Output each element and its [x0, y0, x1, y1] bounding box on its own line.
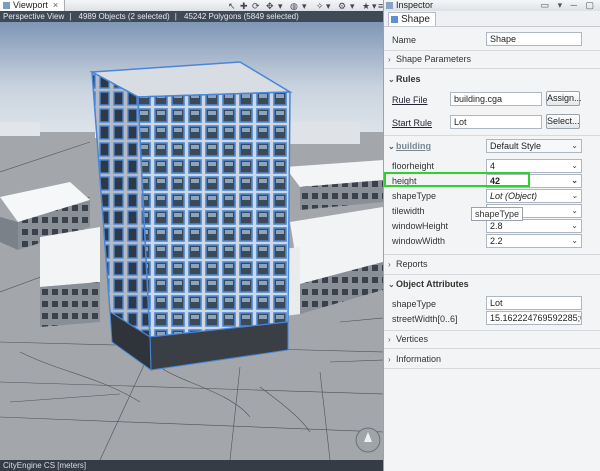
- shape-tab-bar: Shape: [384, 11, 600, 27]
- compass-icon[interactable]: [355, 427, 381, 453]
- rule-file-link[interactable]: Rule File: [392, 95, 428, 105]
- view-mode[interactable]: Perspective View: [3, 12, 64, 21]
- attr-value-field[interactable]: 2.8 ⌄: [486, 219, 582, 233]
- divider: [384, 330, 600, 331]
- shape-parameters-section[interactable]: › Shape Parameters: [388, 54, 471, 64]
- shape-parameters-label: Shape Parameters: [396, 54, 472, 64]
- highlight-box: [384, 172, 530, 187]
- inspector-window-controls[interactable]: ▭ ▾ ─ ▢: [541, 0, 597, 11]
- attr-value: 2.2: [490, 236, 503, 246]
- information-section[interactable]: › Information: [388, 354, 441, 364]
- object-attr-value[interactable]: Lot: [486, 296, 582, 310]
- attr-value: 2.8: [490, 221, 503, 231]
- name-label: Name: [392, 35, 417, 45]
- chevron-down-icon[interactable]: ⌄: [571, 235, 578, 247]
- chevron-down-icon: ⌄: [571, 141, 578, 150]
- chevron-right-icon: ›: [388, 335, 391, 344]
- inspector-icon: [386, 2, 393, 9]
- viewport-tab[interactable]: Viewport ×: [0, 0, 66, 11]
- building-group-label: building: [396, 141, 431, 151]
- 3d-scene[interactable]: [0, 22, 383, 460]
- divider: [384, 50, 600, 51]
- divider: [384, 348, 600, 349]
- object-attr-label: streetWidth[0..6]: [392, 314, 458, 324]
- chevron-down-icon[interactable]: ⌄: [571, 220, 578, 232]
- chevron-right-icon: ›: [388, 260, 391, 269]
- select-button[interactable]: Select...: [546, 114, 580, 129]
- rules-label: Rules: [396, 74, 421, 84]
- building-group[interactable]: ⌄building: [388, 141, 431, 151]
- chevron-down-icon[interactable]: ⌄: [571, 190, 578, 202]
- chevron-down-icon[interactable]: ⌄: [571, 175, 578, 187]
- attr-value-field[interactable]: 4 ⌄: [486, 159, 582, 173]
- attr-value: Lot (Object): [490, 191, 538, 201]
- style-select[interactable]: Default Style ⌄: [486, 139, 582, 153]
- divider: [384, 135, 600, 136]
- start-rule-link[interactable]: Start Rule: [392, 118, 432, 128]
- chevron-right-icon: ›: [388, 355, 391, 364]
- close-icon[interactable]: ×: [53, 0, 58, 10]
- start-rule-field[interactable]: Lot: [450, 115, 542, 129]
- selected-building[interactable]: [89, 61, 293, 371]
- style-value: Default Style: [490, 141, 542, 151]
- divider: [384, 368, 600, 369]
- object-attributes-section[interactable]: ⌄Object Attributes: [388, 279, 469, 289]
- divider: [384, 254, 600, 255]
- chevron-down-icon: ⌄: [388, 142, 395, 151]
- tab-shape-label: Shape: [401, 14, 430, 25]
- status-separator: |: [174, 12, 177, 21]
- reports-section[interactable]: › Reports: [388, 259, 428, 269]
- object-attributes-label: Object Attributes: [396, 279, 469, 289]
- attr-value-field[interactable]: 2.2 ⌄: [486, 234, 582, 248]
- name-field[interactable]: Shape: [486, 32, 582, 46]
- chevron-right-icon: ›: [388, 55, 391, 64]
- left-front-block: [40, 227, 100, 327]
- object-attr-value[interactable]: 15.162224769592285;0...: [486, 311, 582, 325]
- object-count: 4989 Objects (2 selected): [78, 12, 170, 21]
- polygon-count: 45242 Polygons (5849 selected): [184, 12, 299, 21]
- coordinate-system-label: CityEngine CS [meters]: [0, 460, 383, 471]
- attr-label: windowHeight: [392, 221, 449, 231]
- vertices-section[interactable]: › Vertices: [388, 334, 428, 344]
- attr-label: floorheight: [392, 161, 435, 171]
- vertices-label: Vertices: [396, 334, 429, 344]
- rule-file-field[interactable]: building.cga: [450, 92, 542, 106]
- chevron-down-icon: ⌄: [388, 280, 395, 289]
- inspector-panel: Inspector ▭ ▾ ─ ▢ Shape Name Shape › Shap…: [383, 0, 600, 471]
- shape-icon: [391, 16, 398, 23]
- attr-label: windowWidth: [392, 236, 446, 246]
- attr-value-field[interactable]: Lot (Object) ⌄: [486, 189, 582, 203]
- status-separator: |: [69, 12, 72, 21]
- viewport-status-bar: Perspective View | 4989 Objects (2 select…: [0, 11, 383, 22]
- assign-button[interactable]: Assign...: [546, 91, 582, 106]
- object-attr-label: shapeType: [392, 299, 437, 309]
- chevron-down-icon[interactable]: ⌄: [571, 205, 578, 217]
- attr-value: 4: [490, 161, 496, 171]
- viewport-tab-label: Viewport: [13, 0, 48, 10]
- attr-label: tilewidth: [392, 206, 425, 216]
- divider: [384, 274, 600, 275]
- chevron-down-icon[interactable]: ⌄: [571, 160, 578, 172]
- tab-shape[interactable]: Shape: [388, 12, 436, 26]
- rules-section[interactable]: ⌄Rules: [388, 74, 421, 84]
- information-label: Information: [396, 354, 442, 364]
- attr-label: shapeType: [392, 191, 437, 201]
- tooltip: shapeType: [471, 207, 524, 221]
- inspector-title[interactable]: Inspector: [396, 0, 433, 11]
- reports-label: Reports: [396, 259, 428, 269]
- viewport-panel: Viewport × ↖ ✚ ⟳ ✥ ▾ ◍ ▾ ✧ ▾ ⚙ ▾ ★ ▾ ≡ Perspective Vie…: [0, 0, 383, 471]
- divider: [384, 68, 600, 69]
- chevron-down-icon: ⌄: [388, 75, 395, 84]
- viewport-icon: [3, 2, 10, 9]
